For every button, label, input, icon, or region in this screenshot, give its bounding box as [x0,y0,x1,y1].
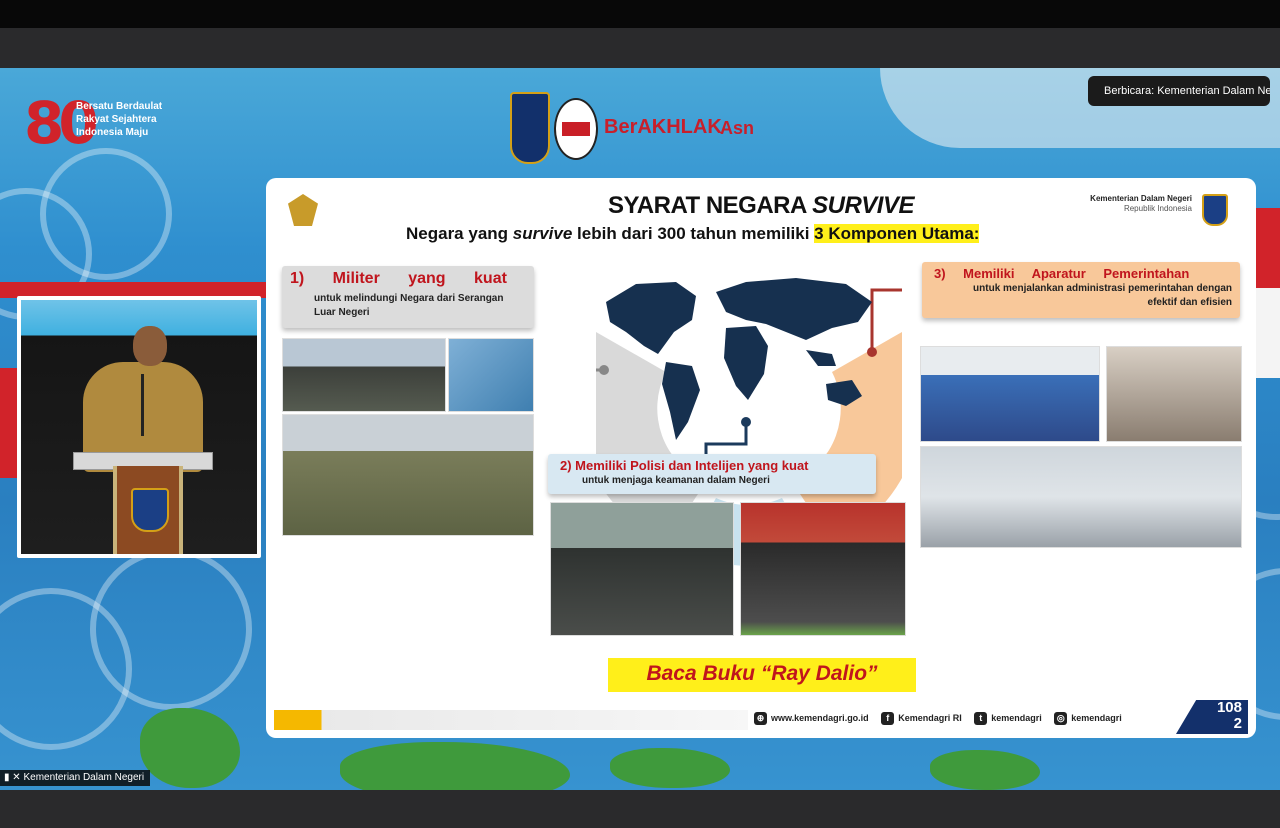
bottom-bar [0,790,1280,828]
africa [724,326,768,400]
batik-ornament [90,548,252,710]
slide-footer-bar [274,710,748,730]
berakhlak-logo: BerAKHLAK [604,116,722,138]
participant-name: Kementerian Dalam Negeri [23,772,145,783]
slide-title-text: SYARAT NEGARA [607,192,813,219]
kemendagri-shield-icon [510,92,550,164]
red-wave [0,368,18,478]
world-map [606,278,872,440]
presentation-slide: SYARAT NEGARA SURVIVE Negara yang surviv… [266,178,1256,738]
south-america [662,362,700,440]
speaker-video-tile[interactable] [17,296,261,558]
australia [826,380,862,406]
footer-website: www.kemendagri.go.id [771,712,869,723]
subtitle-part-b: lebih dari 300 tahun memiliki [572,224,815,243]
military-tanks-photo [282,338,446,412]
public-service-hall-photo [920,446,1242,548]
footer-facebook: Kemendagri RI [898,712,962,723]
footer-instagram: kemendagri [1071,712,1122,723]
component-3-box: 3) Memiliki Aparatur Pemerintahan untuk … [922,262,1240,318]
component-1-title: 1) Militer yang kuat [290,270,507,287]
podium-emblem-icon [131,488,169,532]
podium [113,466,183,554]
active-speaker-indicator: Berbicara: Kementerian Dalam Ne... [1088,76,1270,106]
slide-page-number: 108 2 [1176,700,1248,734]
southeast-asia [806,350,836,366]
slide-title-italic: SURVIVE [812,192,914,219]
component-3-desc: untuk menjalankan administrasi pemerinta… [973,283,1232,308]
bangga-melayani-logo-icon [554,98,598,160]
page-number-main: 108 [1216,699,1242,716]
ministry-name: Kementerian Dalam Negeri [1090,194,1192,203]
office-service-photo [1106,346,1242,442]
footer-twitter: kemendagri [991,712,1042,723]
podium-microphone [141,374,144,436]
island-graphic [340,742,570,790]
subtitle-highlight: 3 Komponen Utama: [814,224,980,243]
military-parade-photo [282,414,534,536]
island-graphic [140,708,240,788]
police-formation-photo [550,502,734,636]
anniversary-tagline: Bersatu Berdaulat Rakyat Sejahtera Indon… [76,101,163,138]
red-wave [1256,208,1280,288]
component-2-box: 2) Memiliki Polisi dan Intelijen yang ku… [548,454,876,494]
component-1-box: 1) Militer yang kuat untuk melindungi Ne… [282,266,534,328]
civil-servants-photo [920,346,1100,442]
speaker-head [133,326,167,366]
speaker-scene [21,300,257,554]
shared-screen: 80 Bersatu Berdaulat Rakyat Sejahtera In… [0,68,1280,790]
police-ceremony-photo [740,502,906,636]
anniversary-80-logo: 80 Bersatu Berdaulat Rakyat Sejahtera In… [24,90,164,160]
ray-dalio-callout: Baca Buku “Ray Dalio” [608,658,916,692]
island-graphic [930,750,1040,790]
component-1-desc: untuk melindungi Negara dari Serangan Lu… [314,293,504,318]
component-3-title: 3) Memiliki Aparatur Pemerintahan [934,266,1190,281]
batik-ornament [40,148,172,280]
mic-muted-icon: ✕ [12,772,21,783]
ministry-sub: Republik Indonesia [1123,204,1192,213]
facebook-icon: f [881,712,895,725]
instagram-icon: ◎ [1054,712,1068,725]
page-number-line2: 2 [1233,715,1242,732]
subtitle-italic: survive [512,224,573,243]
globe-icon: ⊕ [754,712,767,725]
participant-name-tag: ▮ ✕ Kementerian Dalam Negeri [0,770,151,786]
kemendagri-emblem-icon [1202,194,1228,226]
white-wave [1256,288,1280,378]
header-logos: BerAKHLAK Asn [510,90,780,164]
military-jets-photo [448,338,534,412]
window-top-bar [0,0,1280,28]
north-america [606,282,696,354]
island-graphic [610,748,730,788]
subtitle-part-a: Negara yang [406,224,513,243]
slide-footer-links: ⊕ www.kemendagri.go.id f Kemendagri RI t ke… [754,712,1132,730]
asn-logo: Asn [720,118,755,138]
ministry-label: Kementerian Dalam Negeri Republik Indone… [1046,194,1192,214]
component-2-desc: untuk menjaga keamanan dalam Negeri [582,475,770,486]
twitter-icon: t [974,712,988,725]
component-2-title: 2) Memiliki Polisi dan Intelijen yang ku… [560,458,809,473]
ray-dalio-callout-text: Baca Buku “Ray Dalio” [646,662,878,685]
signal-icon: ▮ [4,772,10,783]
slide-subtitle: Negara yang survive lebih dari 300 tahun… [406,224,980,244]
